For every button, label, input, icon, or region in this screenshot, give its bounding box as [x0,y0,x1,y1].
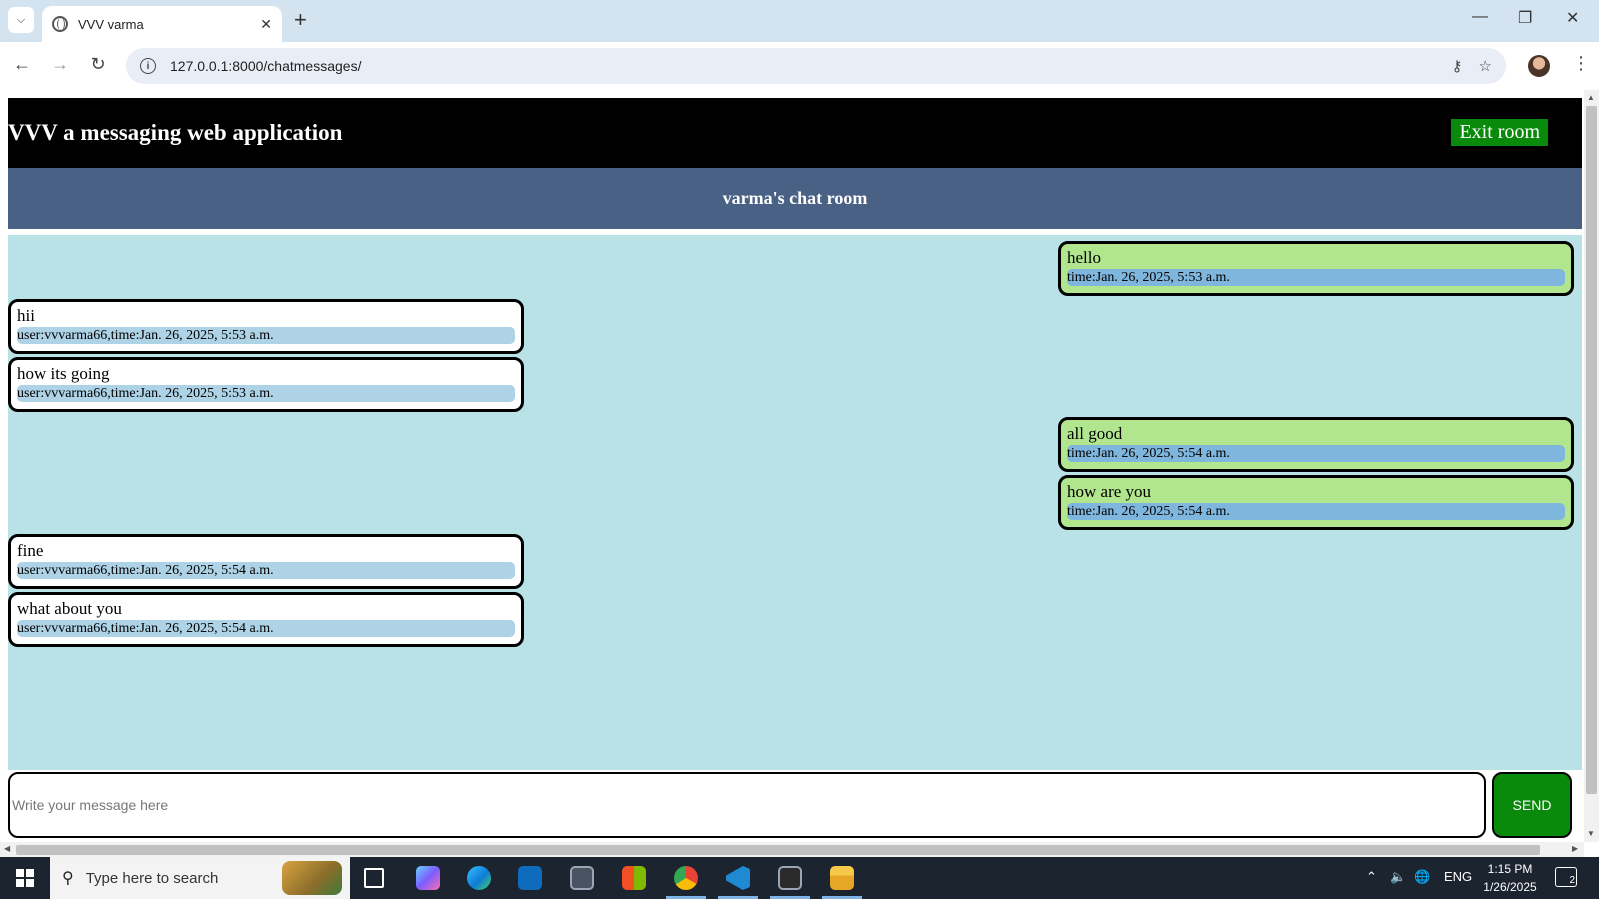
message-text: hello [1067,248,1101,267]
close-tab-icon[interactable]: ✕ [260,16,272,33]
message-sent: hello time:Jan. 26, 2025, 5:53 a.m. [1058,241,1574,296]
outlook-icon[interactable] [518,866,542,890]
browser-tab[interactable]: VVV varma ✕ [42,6,282,42]
message-text: fine [17,541,44,560]
message-meta: user:vvvarma66,time:Jan. 26, 2025, 5:54 … [17,620,515,637]
chevron-up-icon[interactable]: ⌃ [1366,869,1377,885]
language-indicator[interactable]: ENG [1444,869,1472,884]
key-icon[interactable]: ⚷ [1452,57,1463,75]
message-text: all good [1067,424,1123,443]
app-header: VVV a messaging web application Exit roo… [8,98,1582,168]
profile-avatar[interactable] [1528,55,1550,77]
search-icon: ⚲ [62,870,74,887]
vscode-icon[interactable] [726,866,750,890]
message-list[interactable]: hello time:Jan. 26, 2025, 5:53 a.m. hii … [8,235,1582,770]
new-tab-button[interactable]: + [294,8,307,32]
clock-time: 1:15 PM [1487,862,1533,876]
site-info-icon[interactable]: i [140,58,156,74]
message-received: what about you user:vvvarma66,time:Jan. … [8,592,524,647]
menu-icon[interactable]: ⋮ [1572,53,1590,74]
browser-toolbar: ← → ↻ i 127.0.0.1:8000/chatmessages/ ⚷ ☆… [0,42,1599,90]
scroll-right-icon[interactable]: ▶ [1572,844,1578,853]
minimize-icon[interactable]: — [1472,8,1488,26]
back-icon[interactable]: ← [10,54,34,75]
globe-icon [52,16,68,32]
restore-icon[interactable]: ❐ [1518,8,1532,28]
taskbar-search[interactable]: ⚲ Type here to search [50,857,350,899]
address-bar[interactable]: i 127.0.0.1:8000/chatmessages/ ⚷ ☆ [126,48,1506,84]
star-icon[interactable]: ☆ [1479,57,1492,75]
message-meta: user:vvvarma66,time:Jan. 26, 2025, 5:53 … [17,327,515,344]
tab-strip: ⌵ VVV varma ✕ + — ❐ ✕ [0,0,1599,42]
windows-start-icon[interactable] [16,869,34,887]
composer: SEND [8,770,1582,840]
system-clock[interactable]: 1:15 PM 1/26/2025 [1470,860,1550,896]
network-globe-icon[interactable]: 🌐 [1414,869,1430,885]
scroll-up-icon[interactable]: ▲ [1587,93,1595,102]
message-text: how its going [17,364,110,383]
calculator-icon[interactable] [570,866,594,890]
horizontal-scrollbar[interactable]: ◀ ▶ [0,842,1584,857]
message-meta: user:vvvarma66,time:Jan. 26, 2025, 5:54 … [17,562,515,579]
tab-title: VVV varma [78,16,144,32]
chrome-icon[interactable] [674,866,698,890]
tab-search-button[interactable]: ⌵ [8,7,34,33]
taskbar: ⚲ Type here to search ⌃ 🔈 🌐 ENG 1:15 PM … [0,857,1599,899]
url-text: 127.0.0.1:8000/chatmessages/ [170,58,362,74]
room-bar: varma's chat room [8,168,1582,232]
message-meta: time:Jan. 26, 2025, 5:54 a.m. [1067,445,1565,462]
message-received: how its going user:vvvarma66,time:Jan. 2… [8,357,524,412]
exit-room-button[interactable]: Exit room [1451,119,1548,146]
room-title: varma's chat room [722,188,868,208]
notification-icon[interactable]: 2 [1555,867,1577,887]
vertical-scroll-thumb[interactable] [1586,106,1597,794]
message-sent: how are you time:Jan. 26, 2025, 5:54 a.m… [1058,475,1574,530]
edge-icon[interactable] [467,866,491,890]
store-icon[interactable] [622,866,646,890]
message-meta: time:Jan. 26, 2025, 5:54 a.m. [1067,503,1565,520]
close-window-icon[interactable]: ✕ [1566,8,1579,28]
vertical-scrollbar[interactable]: ▲ ▼ [1584,90,1599,842]
file-explorer-icon[interactable] [830,866,854,890]
message-input[interactable] [8,772,1486,838]
volume-icon[interactable]: 🔈 [1390,869,1406,885]
scroll-left-icon[interactable]: ◀ [4,844,10,853]
taskbar-search-text: Type here to search [85,869,219,887]
message-text: hii [17,306,35,325]
message-received: hii user:vvvarma66,time:Jan. 26, 2025, 5… [8,299,524,354]
chevron-down-icon: ⌵ [16,13,26,26]
message-meta: time:Jan. 26, 2025, 5:53 a.m. [1067,269,1565,286]
message-text: how are you [1067,482,1152,501]
terminal-icon[interactable] [778,866,802,890]
message-received: fine user:vvvarma66,time:Jan. 26, 2025, … [8,534,524,589]
send-button[interactable]: SEND [1492,772,1572,838]
message-meta: user:vvvarma66,time:Jan. 26, 2025, 5:53 … [17,385,515,402]
message-sent: all good time:Jan. 26, 2025, 5:54 a.m. [1058,417,1574,472]
page-viewport: VVV a messaging web application Exit roo… [0,90,1599,857]
message-text: what about you [17,599,122,618]
reload-icon[interactable]: ↻ [86,54,110,75]
task-view-icon[interactable] [364,868,384,888]
forward-icon[interactable]: → [48,54,72,75]
clock-date: 1/26/2025 [1483,880,1537,894]
app-title: VVV a messaging web application [8,120,343,145]
copilot-icon[interactable] [416,866,440,890]
notification-count: 2 [1569,875,1575,886]
scroll-down-icon[interactable]: ▼ [1587,829,1595,838]
horizontal-scroll-thumb[interactable] [16,845,1540,855]
search-highlight-image [282,861,342,895]
